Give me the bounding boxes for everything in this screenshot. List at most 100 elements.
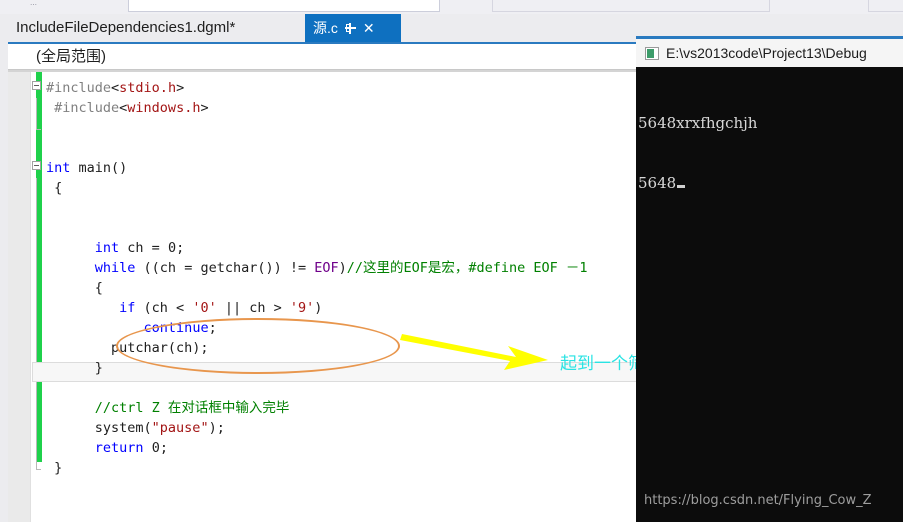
pin-icon[interactable]	[344, 22, 357, 35]
code-token: )	[314, 300, 323, 316]
yellow-arrow-annotation	[400, 334, 548, 370]
tab-source-c-label: 源.c	[313, 20, 338, 36]
fold-guide-line	[36, 178, 37, 198]
source-code-text[interactable]: #include<stdio.h> #include<windows.h> in…	[46, 78, 646, 478]
code-line: int ch = 0;	[46, 238, 646, 258]
code-token: '9'	[289, 300, 315, 316]
code-token: //这里的EOF是宏，#define EOF －1	[346, 260, 588, 276]
console-cursor	[677, 185, 686, 188]
toolbar-strip: ⋯	[0, 0, 903, 14]
code-token: }	[46, 360, 103, 376]
code-line: if (ch < '0' || ch > '9')	[46, 298, 646, 318]
code-line: //ctrl Z 在对话框中输入完毕	[46, 398, 646, 418]
fold-guide-line	[36, 318, 37, 338]
tab-source-c[interactable]: 源.c ✕	[305, 14, 401, 42]
code-token: #include	[46, 100, 120, 116]
fold-guide-line	[36, 258, 37, 278]
watermark-text: https://blog.csdn.net/Flying_Cow_Z	[644, 493, 872, 508]
code-token: stdio.h	[119, 80, 177, 96]
fold-guide-end	[36, 469, 41, 470]
code-line: {	[46, 278, 646, 298]
code-token: #include	[46, 80, 112, 96]
code-token: ((ch = getchar()) !=	[135, 260, 315, 276]
fold-guide-line	[36, 98, 37, 118]
fold-guide-line	[36, 298, 37, 318]
code-token: "pause"	[151, 420, 209, 436]
fold-margin[interactable]	[30, 72, 46, 522]
code-line: }	[46, 458, 646, 478]
toolbar-combo-3[interactable]	[868, 0, 903, 12]
fold-guide-line	[36, 278, 37, 298]
tab-include-file-dependencies[interactable]: IncludeFileDependencies1.dgml*	[8, 14, 243, 42]
code-token: //ctrl Z 在对话框中输入完毕	[94, 400, 290, 416]
code-line: #include<windows.h>	[46, 98, 646, 118]
code-line: #include<stdio.h>	[46, 78, 646, 98]
fold-guide-line	[36, 238, 37, 258]
code-token: (ch <	[135, 300, 193, 316]
console-line: 5648xrxfhgchjh	[638, 114, 758, 132]
app-window: ⋯ IncludeFileDependencies1.dgml* 源.c ✕ (…	[0, 0, 903, 522]
code-line: return 0;	[46, 438, 646, 458]
code-token: {	[46, 180, 63, 196]
console-title-text: E:\vs2013code\Project13\Debug	[666, 45, 867, 61]
console-app-icon	[645, 46, 659, 60]
code-token: 0;	[143, 440, 168, 456]
console-title-bar[interactable]: E:\vs2013code\Project13\Debug	[636, 39, 903, 67]
fold-guide-line	[36, 218, 37, 238]
code-token: );	[208, 420, 225, 436]
code-token: >	[200, 100, 209, 116]
code-token: EOF	[314, 260, 339, 276]
close-icon[interactable]: ✕	[363, 21, 375, 35]
code-line: int main()	[46, 158, 646, 178]
code-line: while ((ch = getchar()) != EOF)//这里的EOF是…	[46, 258, 646, 278]
code-token: system(	[46, 420, 152, 436]
fold-guide-line	[36, 458, 37, 469]
fold-guide-line	[36, 398, 37, 418]
fold-guide-line	[36, 198, 37, 218]
code-token: {	[46, 280, 103, 296]
console-window[interactable]: E:\vs2013code\Project13\Debug 5648xrxfhg…	[636, 36, 903, 522]
line-number-gutter	[8, 72, 31, 522]
code-line: system("pause");	[46, 418, 646, 438]
fold-guide-line	[36, 118, 37, 129]
code-line: {	[46, 178, 646, 198]
fold-guide-line	[36, 338, 37, 358]
code-token: return	[94, 440, 144, 456]
code-token: windows.h	[127, 100, 201, 116]
fold-toggle-icon[interactable]	[32, 81, 41, 90]
code-token: || ch >	[216, 300, 290, 316]
code-token: <	[111, 80, 120, 96]
toolbar-overflow-icon[interactable]: ⋯	[30, 2, 40, 10]
console-line-with-cursor: 5648	[638, 173, 903, 193]
console-line-text: 5648	[638, 174, 677, 192]
code-token: main()	[70, 160, 128, 176]
toolbar-combo-1[interactable]	[128, 0, 440, 12]
console-output: 5648xrxfhgchjh 5648	[636, 67, 903, 522]
code-token: >	[176, 80, 185, 96]
toolbar-combo-2[interactable]	[492, 0, 770, 12]
fold-toggle-icon[interactable]	[32, 161, 41, 170]
code-token: while	[94, 260, 136, 276]
fold-guide-end	[36, 129, 41, 130]
code-token: ch = 0;	[119, 240, 185, 256]
fold-guide-line	[36, 418, 37, 438]
code-token: if	[119, 300, 136, 316]
code-token: )	[338, 260, 347, 276]
code-token: }	[46, 460, 63, 476]
code-token: '0'	[192, 300, 217, 316]
code-line	[46, 218, 646, 238]
fold-guide-line	[36, 438, 37, 458]
code-token: int	[94, 240, 120, 256]
code-token: int	[46, 160, 71, 176]
orange-ellipse-annotation	[116, 318, 400, 374]
